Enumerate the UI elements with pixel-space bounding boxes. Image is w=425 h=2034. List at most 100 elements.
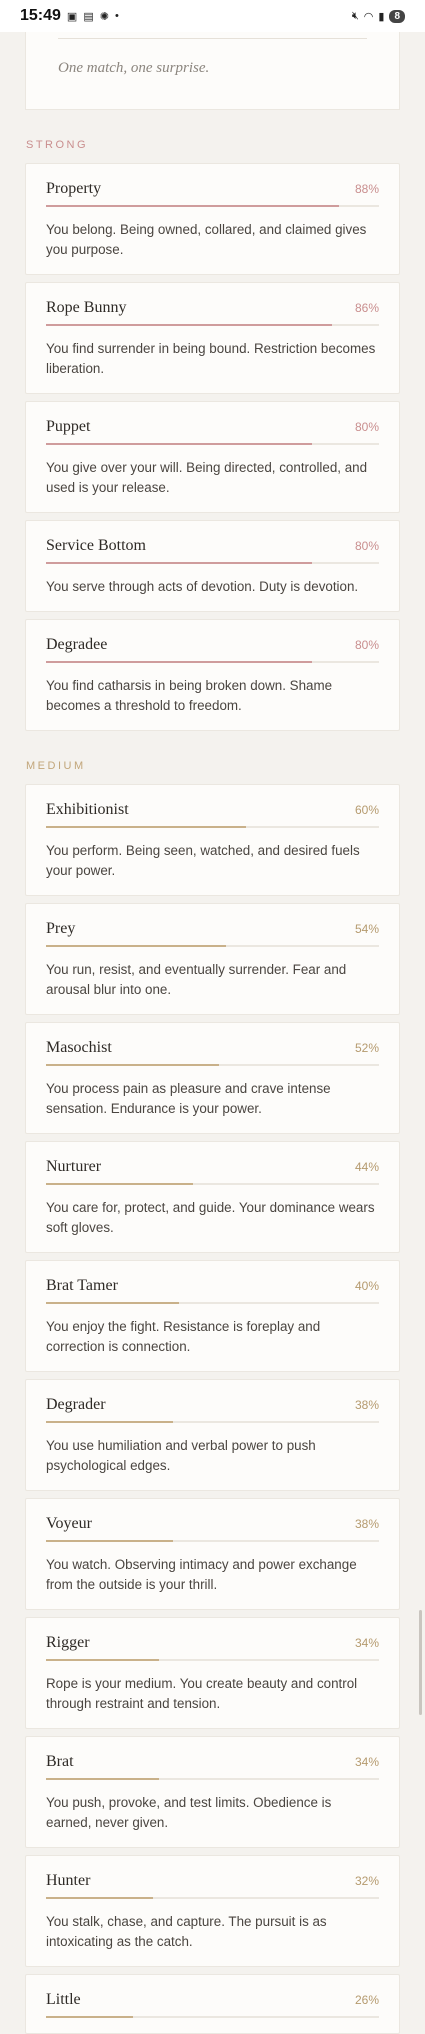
progress-fill bbox=[46, 1183, 193, 1185]
progress-track bbox=[46, 443, 379, 445]
progress-track bbox=[46, 2016, 379, 2018]
card-header: Exhibitionist 60% bbox=[46, 801, 379, 819]
card-header: Degrader 38% bbox=[46, 1396, 379, 1414]
archetype-description: You give over your will. Being directed,… bbox=[46, 460, 368, 495]
card-header: Hunter 32% bbox=[46, 1872, 379, 1890]
divider bbox=[58, 38, 367, 39]
match-percent: 26% bbox=[354, 1993, 379, 2007]
archetype-description: You care for, protect, and guide. Your d… bbox=[46, 1200, 375, 1235]
archetype-card[interactable]: Degradee 80% You find catharsis in being b… bbox=[25, 619, 400, 731]
archetype-card[interactable]: Rigger 34% Rope is your medium. You create… bbox=[25, 1617, 400, 1729]
match-percent: 34% bbox=[354, 1755, 379, 1769]
archetype-title: Brat bbox=[46, 1753, 74, 1770]
card-header: Service Bottom 80% bbox=[46, 537, 379, 555]
match-percent: 52% bbox=[354, 1041, 379, 1055]
archetype-description: Rope is your medium. You create beauty a… bbox=[46, 1676, 358, 1711]
card-header: Degradee 80% bbox=[46, 636, 379, 654]
dot-icon: • bbox=[114, 10, 119, 22]
results-list: One match, one surprise. STRONG Property 8… bbox=[0, 32, 425, 2034]
archetype-title: Service Bottom bbox=[46, 537, 146, 554]
archetype-description: You stalk, chase, and capture. The pursu… bbox=[46, 1914, 327, 1949]
progress-fill bbox=[46, 661, 313, 663]
archetype-card[interactable]: Brat Tamer 40% You enjoy the fight. Resist… bbox=[25, 1260, 400, 1372]
archetype-card[interactable]: Rope Bunny 86% You find surrender in being… bbox=[25, 282, 400, 394]
match-percent: 80% bbox=[354, 638, 379, 652]
status-right: 🔇︎ ◠ ▮ 8 bbox=[351, 9, 405, 23]
progress-track bbox=[46, 1778, 379, 1780]
scrollbar[interactable] bbox=[419, 1610, 422, 1715]
progress-fill bbox=[46, 1659, 160, 1661]
archetype-card[interactable]: Nurturer 44% You care for, protect, and gu… bbox=[25, 1141, 400, 1253]
wifi-icon: ◠ bbox=[363, 10, 374, 23]
progress-fill bbox=[46, 826, 246, 828]
card-header: Rope Bunny 86% bbox=[46, 299, 379, 317]
progress-fill bbox=[46, 205, 340, 207]
archetype-title: Hunter bbox=[46, 1872, 91, 1889]
archetype-card[interactable]: Little 26% bbox=[25, 1974, 400, 2034]
progress-track bbox=[46, 1183, 379, 1185]
archetype-card[interactable]: Hunter 32% You stalk, chase, and capture. … bbox=[25, 1855, 400, 1967]
progress-track bbox=[46, 562, 379, 564]
archetype-card[interactable]: Prey 54% You run, resist, and eventually s… bbox=[25, 903, 400, 1015]
status-bar: 15:49 ▣ ▤ ✺ • 🔇︎ ◠ ▮ 8 bbox=[0, 0, 425, 32]
progress-track bbox=[46, 205, 379, 207]
archetype-description: You serve through acts of devotion. Duty… bbox=[46, 579, 359, 594]
archetype-card[interactable]: Brat 34% You push, provoke, and test limit… bbox=[25, 1736, 400, 1848]
match-percent: 54% bbox=[354, 922, 379, 936]
archetype-card[interactable]: Masochist 52% You process pain as pleasure… bbox=[25, 1022, 400, 1134]
archetype-title: Brat Tamer bbox=[46, 1277, 118, 1294]
progress-fill bbox=[46, 1302, 180, 1304]
battery-icon: 8 bbox=[389, 9, 405, 23]
sections-container: STRONG Property 88% You belong. Being owned… bbox=[25, 139, 400, 2034]
archetype-title: Little bbox=[46, 1991, 81, 2008]
card-header: Nurturer 44% bbox=[46, 1158, 379, 1176]
progress-track bbox=[46, 1421, 379, 1423]
progress-track bbox=[46, 945, 379, 947]
progress-track bbox=[46, 1540, 379, 1542]
archetype-title: Masochist bbox=[46, 1039, 112, 1056]
archetype-description: You use humiliation and verbal power to … bbox=[46, 1438, 316, 1473]
progress-fill bbox=[46, 324, 333, 326]
card-header: Puppet 80% bbox=[46, 418, 379, 436]
progress-track bbox=[46, 324, 379, 326]
archetype-title: Rope Bunny bbox=[46, 299, 127, 316]
section-label-medium: MEDIUM bbox=[26, 760, 86, 772]
archetype-card[interactable]: Exhibitionist 60% You perform. Being seen,… bbox=[25, 784, 400, 896]
archetype-description: You belong. Being owned, collared, and c… bbox=[46, 222, 367, 257]
progress-fill bbox=[46, 562, 313, 564]
archetype-title: Puppet bbox=[46, 418, 91, 435]
match-percent: 80% bbox=[354, 539, 379, 553]
progress-fill bbox=[46, 1421, 173, 1423]
card-header: Brat 34% bbox=[46, 1753, 379, 1771]
progress-track bbox=[46, 826, 379, 828]
progress-fill bbox=[46, 1778, 160, 1780]
archetype-description: You watch. Observing intimacy and power … bbox=[46, 1557, 357, 1592]
archetype-card[interactable]: Voyeur 38% You watch. Observing intimacy a… bbox=[25, 1498, 400, 1610]
archetype-card[interactable]: Degrader 38% You use humiliation and verba… bbox=[25, 1379, 400, 1491]
match-percent: 88% bbox=[354, 182, 379, 196]
status-left: 15:49 ▣ ▤ ✺ • bbox=[20, 7, 119, 25]
match-percent: 60% bbox=[354, 803, 379, 817]
archetype-card[interactable]: Service Bottom 80% You serve through acts … bbox=[25, 520, 400, 612]
archetype-description: You push, provoke, and test limits. Obed… bbox=[46, 1795, 332, 1830]
archetype-description: You find surrender in being bound. Restr… bbox=[46, 341, 376, 376]
archetype-title: Rigger bbox=[46, 1634, 90, 1651]
signal-icon: ▮ bbox=[378, 10, 385, 23]
card-header: Property 88% bbox=[46, 180, 379, 198]
match-percent: 34% bbox=[354, 1636, 379, 1650]
match-percent: 32% bbox=[354, 1874, 379, 1888]
archetype-title: Degradee bbox=[46, 636, 108, 653]
card-header: Masochist 52% bbox=[46, 1039, 379, 1057]
archetype-card[interactable]: Property 88% You belong. Being owned, coll… bbox=[25, 163, 400, 275]
archetype-description: You enjoy the fight. Resistance is forep… bbox=[46, 1319, 321, 1354]
progress-fill bbox=[46, 1897, 153, 1899]
archetype-title: Degrader bbox=[46, 1396, 106, 1413]
progress-track bbox=[46, 1659, 379, 1661]
archetype-description: You perform. Being seen, watched, and de… bbox=[46, 843, 360, 878]
archetype-card[interactable]: Puppet 80% You give over your will. Being … bbox=[25, 401, 400, 513]
archetype-description: You run, resist, and eventually surrende… bbox=[46, 962, 347, 997]
progress-fill bbox=[46, 443, 313, 445]
progress-track bbox=[46, 1064, 379, 1066]
mute-icon: 🔇︎ bbox=[351, 9, 359, 22]
archetype-title: Exhibitionist bbox=[46, 801, 129, 818]
